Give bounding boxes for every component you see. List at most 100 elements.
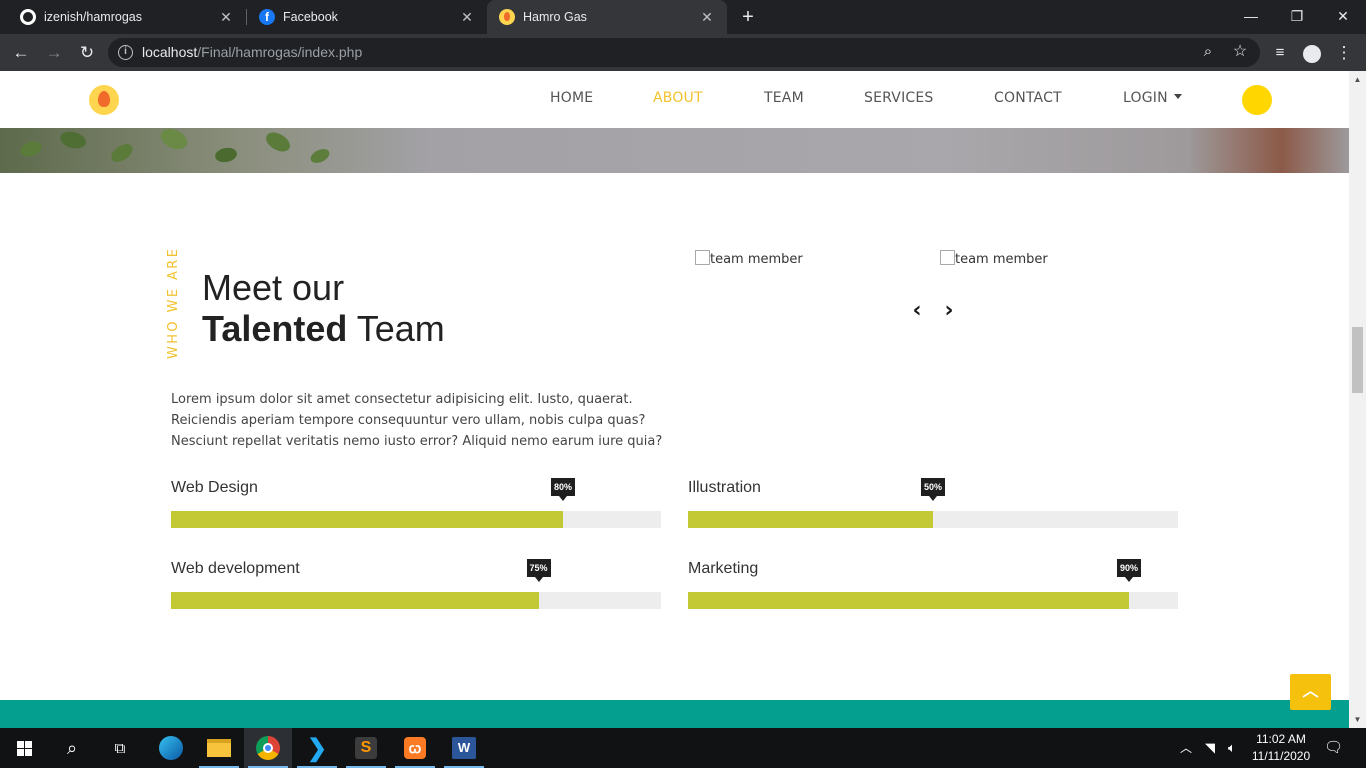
scroll-down-arrow-icon[interactable]: ▼	[1349, 711, 1366, 728]
xampp-icon: ꞷ	[404, 737, 426, 759]
skill-illustration: Illustration 50%	[688, 478, 1178, 539]
minimize-button[interactable]: —	[1228, 0, 1274, 34]
facebook-icon: f	[259, 9, 275, 25]
skill-bar	[171, 511, 661, 528]
windows-taskbar: ⌕ ⧉ ❯ S ꞷ W ︿ ◥ 🔈︎ 11:02 AM 11/11/2020 🗨…	[0, 728, 1366, 768]
about-paragraph: Lorem ipsum dolor sit amet consectetur a…	[171, 392, 663, 449]
system-clock[interactable]: 11:02 AM 11/11/2020	[1244, 731, 1318, 765]
section-heading: Meet our Talented Team	[202, 268, 445, 350]
skill-bar-fill	[688, 592, 1129, 609]
show-hidden-icons-chevron-icon[interactable]: ︿	[1180, 728, 1192, 768]
menu-kebab-icon[interactable]: ⋮	[1332, 41, 1356, 65]
browser-toolbar: ← → ↻ i localhost/Final/hamrogas/index.p…	[0, 34, 1366, 71]
site-info-icon[interactable]: i	[118, 45, 133, 60]
carousel-prev-icon[interactable]: ‹	[907, 299, 927, 323]
back-icon[interactable]: ←	[9, 41, 33, 65]
word-icon: W	[452, 737, 476, 759]
nav-services[interactable]: SERVICES	[864, 90, 934, 106]
team-member-image: team member	[695, 250, 803, 267]
skill-bar	[171, 592, 661, 609]
windows-logo-icon	[16, 740, 32, 756]
nav-login-dropdown[interactable]: LOGIN	[1123, 90, 1182, 106]
skill-label: Web development	[171, 560, 300, 577]
broken-image-icon	[695, 250, 710, 265]
profile-icon[interactable]	[1300, 41, 1324, 65]
sublime-icon: S	[355, 737, 377, 759]
plant-leaf	[308, 146, 332, 166]
network-icon[interactable]: ◥	[1205, 728, 1215, 768]
chrome-icon	[256, 736, 280, 760]
address-bar[interactable]: i localhost/Final/hamrogas/index.php ⌕ ☆	[108, 38, 1260, 67]
forward-icon[interactable]: →	[42, 41, 66, 65]
heading-line-2: Talented Team	[202, 308, 445, 349]
taskbar-word[interactable]: W	[440, 728, 488, 768]
taskbar-file-explorer[interactable]	[195, 728, 243, 768]
skill-bar-fill	[688, 511, 933, 528]
media-control-icon[interactable]: ≡	[1268, 41, 1292, 65]
start-button[interactable]	[0, 728, 48, 768]
user-avatar[interactable]	[1242, 85, 1272, 115]
taskbar-xampp[interactable]: ꞷ	[391, 728, 439, 768]
taskbar-edge[interactable]	[147, 728, 195, 768]
caret-down-icon	[1173, 94, 1182, 99]
skill-percent-badge: 80%	[550, 478, 576, 501]
skill-bar-fill	[171, 592, 539, 609]
taskbar-sublime[interactable]: S	[342, 728, 390, 768]
taskbar-chrome[interactable]	[244, 728, 292, 768]
close-tab-icon[interactable]: ✕	[699, 9, 715, 25]
reload-icon[interactable]: ↻	[75, 41, 99, 65]
nav-team[interactable]: TEAM	[764, 90, 804, 106]
nav-login-label: LOGIN	[1123, 90, 1168, 106]
zoom-search-icon[interactable]: ⌕	[1196, 40, 1220, 64]
notifications-icon[interactable]: 🗨︎	[1324, 728, 1343, 768]
tab-title: Facebook	[283, 10, 338, 24]
plant-leaf	[108, 140, 136, 166]
clock-time: 11:02 AM	[1256, 732, 1306, 746]
close-tab-icon[interactable]: ✕	[459, 9, 475, 25]
scroll-to-top-button[interactable]: ︿	[1290, 674, 1331, 710]
search-icon: ⌕	[66, 737, 78, 758]
nav-contact[interactable]: CONTACT	[994, 90, 1062, 106]
next-section-band	[0, 700, 1349, 728]
tab-github[interactable]: izenish/hamrogas ✕	[0, 0, 246, 34]
carousel-next-icon[interactable]: ›	[939, 299, 959, 323]
skill-label: Web Design	[171, 479, 258, 496]
address-url[interactable]: localhost/Final/hamrogas/index.php	[142, 44, 362, 60]
skill-bar	[688, 511, 1178, 528]
task-view-button[interactable]: ⧉	[96, 728, 144, 768]
team-member-image: team member	[940, 250, 1048, 267]
plant-leaf	[18, 138, 44, 160]
page-scrollbar[interactable]: ▲ ▼	[1349, 71, 1366, 728]
tab-hamro-gas[interactable]: Hamro Gas ✕	[487, 0, 727, 34]
hamro-gas-logo[interactable]	[89, 85, 119, 115]
page-viewport: HOME ABOUT TEAM SERVICES CONTACT LOGIN W…	[0, 71, 1349, 728]
search-button[interactable]: ⌕	[48, 728, 96, 768]
nav-home[interactable]: HOME	[550, 90, 593, 106]
skill-label: Illustration	[688, 479, 761, 496]
taskbar-vscode[interactable]: ❯	[293, 728, 341, 768]
scroll-up-arrow-icon[interactable]: ▲	[1349, 71, 1366, 88]
restore-button[interactable]: ❐	[1274, 0, 1320, 34]
who-we-are-label: WHO WE ARE	[166, 246, 181, 359]
tab-title: Hamro Gas	[523, 10, 587, 24]
scrollbar-thumb[interactable]	[1352, 327, 1363, 393]
tab-facebook[interactable]: f Facebook ✕	[247, 0, 487, 34]
skill-marketing: Marketing 90%	[688, 559, 1178, 620]
edge-icon	[159, 736, 183, 760]
plant-leaf	[157, 124, 191, 154]
clock-date: 11/11/2020	[1251, 749, 1311, 763]
bookmark-star-icon[interactable]: ☆	[1228, 40, 1252, 64]
plant-leaf	[58, 128, 88, 152]
plant-leaf	[262, 128, 294, 156]
skill-bar-fill	[171, 511, 563, 528]
close-window-button[interactable]: ✕	[1320, 0, 1366, 34]
browser-tab-bar: izenish/hamrogas ✕ f Facebook ✕ Hamro Ga…	[0, 0, 1366, 34]
plant-leaf	[213, 146, 239, 164]
heading-line-1: Meet our	[202, 267, 345, 308]
volume-icon[interactable]: 🔈︎	[1228, 728, 1236, 768]
skill-web-development: Web development 75%	[171, 559, 661, 620]
close-tab-icon[interactable]: ✕	[218, 9, 234, 25]
nav-about[interactable]: ABOUT	[653, 90, 703, 106]
broken-image-icon	[940, 250, 955, 265]
new-tab-button[interactable]: +	[737, 6, 759, 28]
